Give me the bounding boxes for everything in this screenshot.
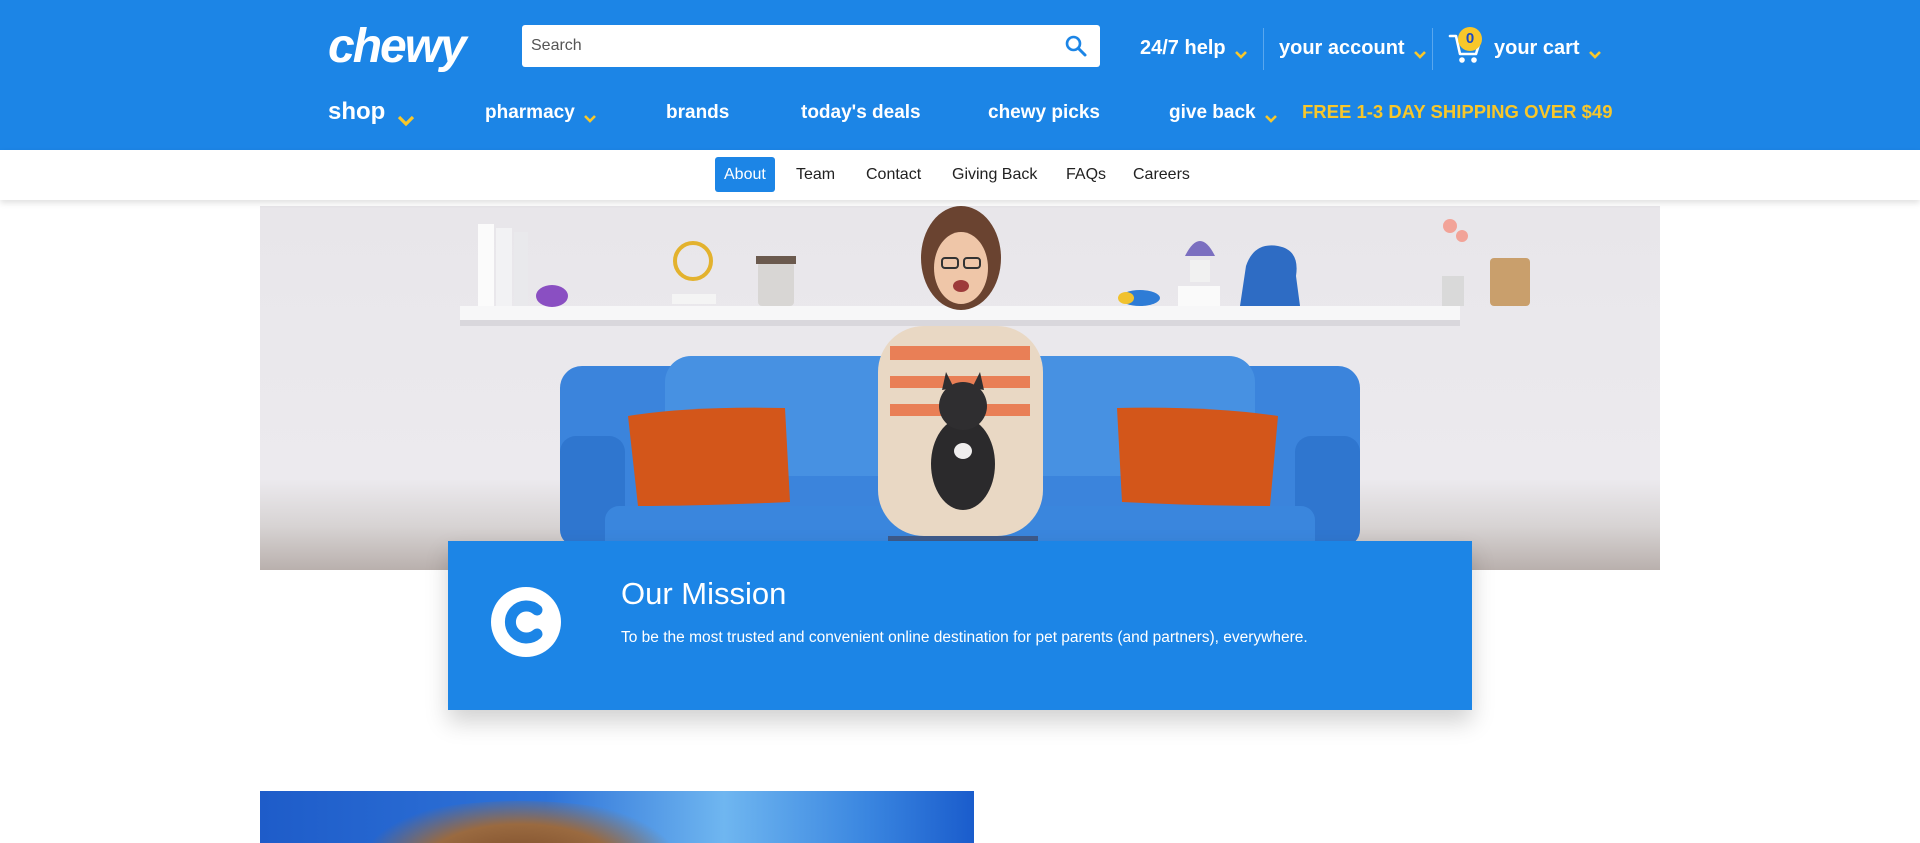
site-header: chewy 24/7 help your account 0 your cart… [0,0,1920,150]
chevron-down-icon [1234,43,1248,59]
mission-card: Our Mission To be the most trusted and c… [448,541,1472,710]
nav-shop[interactable]: shop [328,97,415,127]
cart-menu-label: your cart [1494,36,1580,59]
subnav-faqs[interactable]: FAQs [1057,157,1115,192]
header-divider [1432,28,1433,70]
nav-shop-label: shop [328,98,386,125]
chevron-down-icon [1588,43,1602,59]
help-menu[interactable]: 24/7 help [1140,36,1248,60]
nav-brands[interactable]: brands [666,100,729,126]
nav-chewy-picks[interactable]: chewy picks [988,100,1100,126]
search-input[interactable] [522,25,1052,67]
shipping-promo[interactable]: FREE 1-3 DAY SHIPPING OVER $49 [1302,101,1613,123]
team-photo [260,791,974,843]
nav-todays-deals[interactable]: today's deals [801,100,921,126]
subnav-careers[interactable]: Careers [1124,157,1199,192]
chevron-down-icon [397,106,415,127]
nav-give-back[interactable]: give back [1169,100,1278,126]
cart-count-badge: 0 [1458,27,1482,51]
photo-subject [370,801,670,843]
cart-menu[interactable]: your cart [1494,36,1602,60]
subnav-about[interactable]: About [715,157,775,192]
header-divider [1263,28,1264,70]
hero-image [260,206,1660,570]
search-icon[interactable] [1064,34,1088,58]
hero-illustration [460,206,1530,570]
mission-text: To be the most trusted and convenient on… [621,629,1308,646]
nav-brands-label: brands [666,102,730,123]
subnav-contact[interactable]: Contact [857,157,930,192]
chevron-down-icon [1413,43,1427,59]
subnav-team[interactable]: Team [787,157,844,192]
subnav-giving-back[interactable]: Giving Back [943,157,1046,192]
help-menu-label: 24/7 help [1140,36,1226,59]
chewy-c-logo-icon [491,587,561,657]
nav-pharmacy-label: pharmacy [485,102,575,123]
mission-title: Our Mission [621,576,787,611]
account-menu-label: your account [1279,36,1405,59]
nav-chewy-picks-label: chewy picks [988,102,1100,123]
search-bar [522,25,1100,67]
nav-give-back-label: give back [1169,102,1256,123]
nav-todays-deals-label: today's deals [801,102,921,123]
nav-pharmacy[interactable]: pharmacy [485,100,597,126]
chewy-logo[interactable]: chewy [326,22,482,72]
chevron-down-icon [583,108,597,123]
chevron-down-icon [1264,108,1278,123]
svg-text:chewy: chewy [328,22,469,72]
account-menu[interactable]: your account [1279,36,1427,60]
